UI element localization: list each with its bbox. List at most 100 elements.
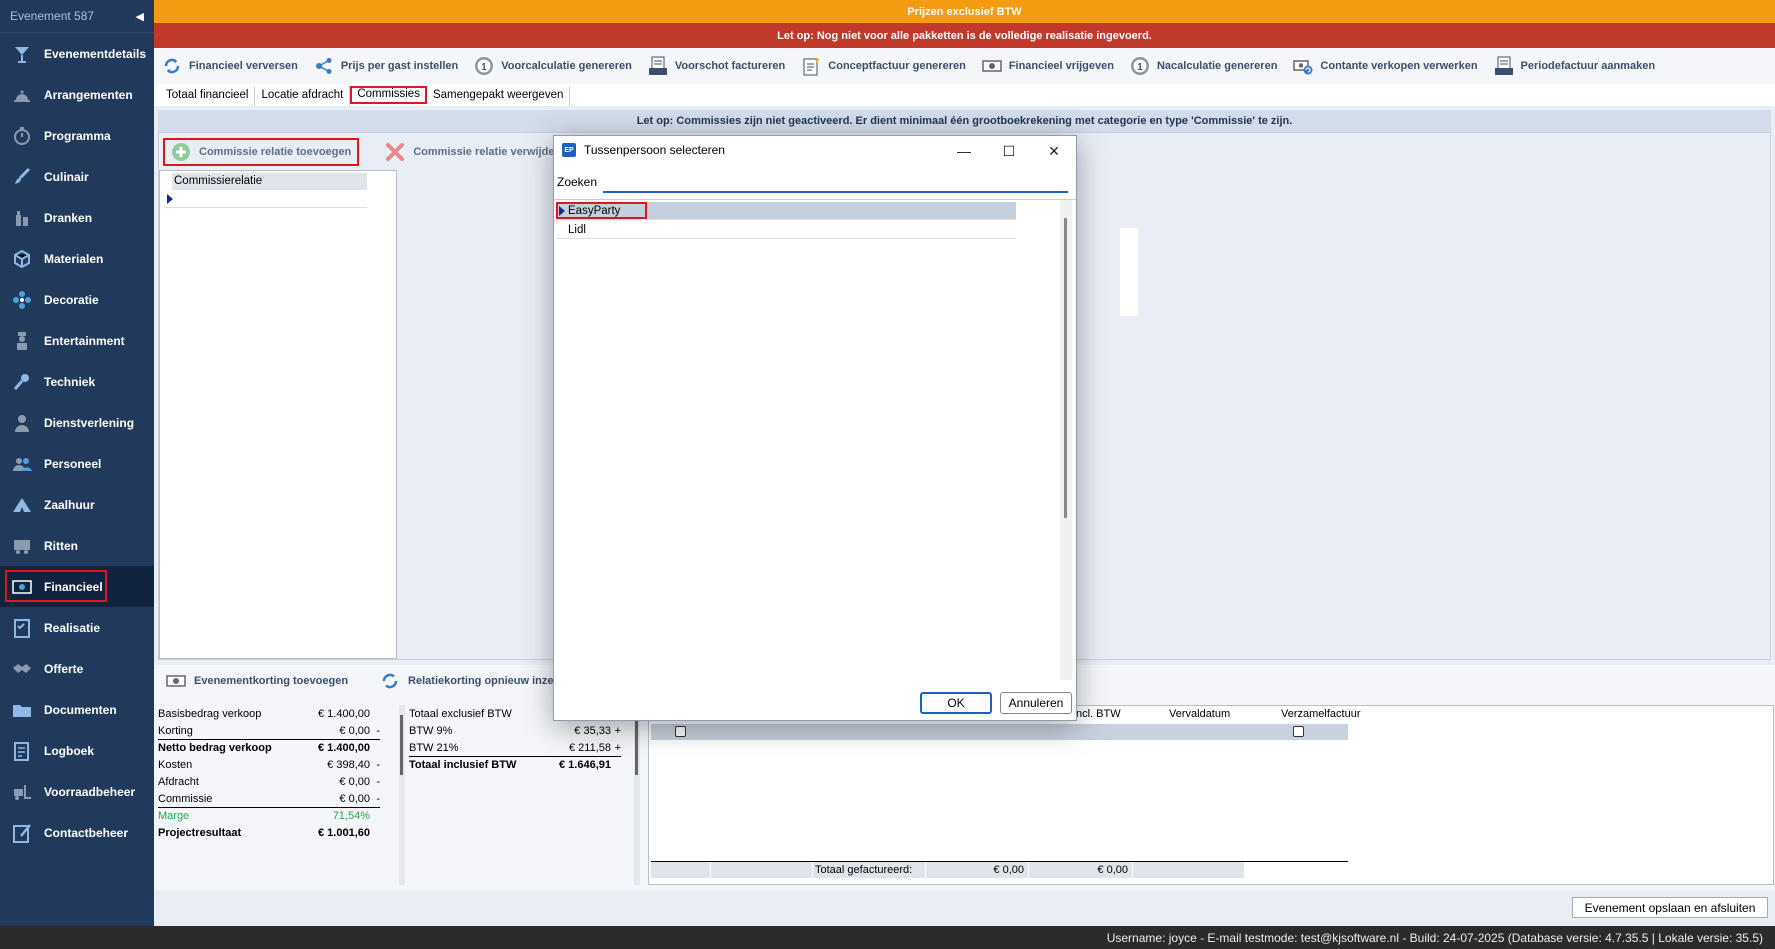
add-event-discount-button[interactable]: Evenementkorting toevoegen [160, 667, 354, 695]
search-input[interactable] [603, 169, 1068, 193]
invoice-grid[interactable]: ncl. BTW Vervaldatum Verzamelfactuur Tot… [648, 705, 1774, 885]
generate-postcalculation-button[interactable]: 1 Nacalculatie genereren [1130, 56, 1277, 76]
collapse-sidebar-icon[interactable]: ◀ [136, 10, 144, 23]
plus-circle-icon [171, 142, 191, 162]
ok-button[interactable]: OK [920, 692, 992, 714]
price-per-guest-button[interactable]: Prijs per gast instellen [314, 56, 458, 76]
list-item[interactable]: Lidl [556, 221, 1016, 239]
selection-highlight [556, 202, 647, 219]
checklist-icon [10, 616, 34, 640]
sidebar-item-label: Realisatie [44, 620, 101, 635]
share-icon [314, 56, 334, 76]
warning-banner: Let op: Nog niet voor alle pakketten is … [154, 23, 1775, 48]
summary-row: BTW 9% € 35,33 + [409, 724, 621, 737]
project-result-row: Projectresultaat € 1.001,60 [158, 826, 370, 839]
intermediary-list[interactable]: EasyParty Lidl [554, 199, 1076, 680]
total-invoiced-label: Totaal gefactureerd: [813, 862, 926, 878]
row-pointer-icon [167, 193, 173, 204]
maximize-icon[interactable]: ☐ [989, 140, 1029, 162]
commission-relation-grid[interactable]: Commissierelatie [159, 170, 397, 659]
due-date-header[interactable]: Vervaldatum [1166, 706, 1278, 724]
logbook-icon [10, 739, 34, 763]
status-bar: Username: joyce - E-mail testmode: test@… [0, 926, 1775, 949]
vat-scrollbar[interactable] [634, 705, 640, 885]
create-period-invoice-button[interactable]: Periodefactuur aanmaken [1494, 56, 1655, 76]
tab-commissies[interactable]: Commissies [350, 86, 427, 104]
financial-tabs: Totaal financieel Locatie afdracht Commi… [154, 84, 1775, 106]
commission-relation-header[interactable]: Commissierelatie [172, 173, 367, 190]
cocktail-icon [10, 42, 34, 66]
table-row[interactable] [164, 190, 367, 208]
sidebar-item-techniek[interactable]: Techniek [0, 361, 154, 402]
tab-samengepakt-weergeven[interactable]: Samengepakt weergeven [427, 86, 571, 106]
cash-icon [982, 56, 1002, 76]
bottles-icon [10, 206, 34, 230]
sidebar-item-ritten[interactable]: Ritten [0, 525, 154, 566]
generate-precalculation-button[interactable]: 1 Voorcalculatie genereren [474, 56, 632, 76]
tab-totaal-financieel[interactable]: Totaal financieel [160, 86, 256, 106]
number-one-icon: 1 [1130, 56, 1150, 76]
sidebar-item-documenten[interactable]: Documenten [0, 689, 154, 730]
sidebar-item-label: Zaalhuur [44, 497, 95, 512]
process-cash-sales-button[interactable]: Contante verkopen verwerken [1293, 56, 1478, 76]
row-checkbox[interactable] [675, 726, 686, 737]
sidebar-item-dienstverlening[interactable]: Dienstverlening [0, 402, 154, 443]
add-commission-relation-label: Commissie relatie toevoegen [199, 146, 352, 158]
dialog-titlebar[interactable]: EP Tussenpersoon selecteren — ☐ ✕ [554, 136, 1076, 164]
sidebar-item-label: Offerte [44, 661, 84, 676]
people-icon [10, 452, 34, 476]
sidebar-item-contactbeheer[interactable]: Contactbeheer [0, 812, 154, 853]
total-invoiced-value: € 0,00 [926, 862, 1029, 878]
sidebar-item-voorraadbeheer[interactable]: Voorraadbeheer [0, 771, 154, 812]
invoice-advance-button[interactable]: Voorschot factureren [648, 56, 785, 76]
cancel-button[interactable]: Annuleren [1000, 692, 1072, 714]
generate-postcalculation-label: Nacalculatie genereren [1156, 60, 1278, 72]
sidebar-item-zaalhuur[interactable]: Zaalhuur [0, 484, 154, 525]
summary-row: Korting € 0,00- [158, 724, 380, 737]
event-title: Evenement 587 [10, 9, 95, 23]
sidebar-item-arrangementen[interactable]: Arrangementen [0, 74, 154, 115]
total-invoiced-incl-value: € 0,00 [1029, 862, 1133, 878]
sidebar-item-entertainment[interactable]: Entertainment [0, 320, 154, 361]
tab-locatie-afdracht[interactable]: Locatie afdracht [255, 86, 351, 106]
waiter-icon [10, 411, 34, 435]
folder-icon [10, 698, 34, 722]
sidebar-item-offerte[interactable]: Offerte [0, 648, 154, 689]
sidebar-item-decoratie[interactable]: Decoratie [0, 279, 154, 320]
minimize-icon[interactable]: — [944, 140, 984, 162]
incl-vat-header[interactable]: ncl. BTW [1073, 706, 1166, 724]
sales-summary: Basisbedrag verkoop € 1.400,00 Korting € 0… [158, 705, 380, 841]
sidebar-item-dranken[interactable]: Dranken [0, 197, 154, 238]
sidebar-item-logboek[interactable]: Logboek [0, 730, 154, 771]
sidebar-item-evenementdetails[interactable]: Evenementdetails [0, 33, 154, 74]
generate-precalculation-label: Voorcalculatie genereren [501, 60, 632, 72]
remove-commission-relation-button[interactable]: Commissie relatie verwijderen [379, 138, 577, 166]
sidebar-item-label: Culinair [44, 169, 89, 184]
sidebar-item-personeel[interactable]: Personeel [0, 443, 154, 484]
sidebar-item-label: Dienstverlening [44, 415, 135, 430]
reapply-relation-discount-button[interactable]: Relatiekorting opnieuw inzetten [374, 667, 580, 695]
add-commission-relation-button[interactable]: Commissie relatie toevoegen [163, 138, 360, 166]
sidebar-item-culinair[interactable]: Culinair [0, 156, 154, 197]
list-scrollbar[interactable] [1060, 200, 1072, 680]
sidebar-item-label: Techniek [44, 374, 96, 389]
close-icon[interactable]: ✕ [1034, 140, 1074, 162]
table-row[interactable] [651, 724, 1348, 740]
release-financial-button[interactable]: Financieel vrijgeven [982, 56, 1114, 76]
sidebar-item-materialen[interactable]: Materialen [0, 238, 154, 279]
reapply-relation-discount-label: Relatiekorting opnieuw inzetten [408, 675, 574, 687]
generate-draft-invoice-button[interactable]: Conceptfactuur genereren [801, 56, 966, 76]
summary-scrollbar[interactable] [399, 705, 405, 885]
sidebar-item-label: Materialen [44, 251, 104, 266]
collective-invoice-checkbox[interactable] [1293, 726, 1304, 737]
sidebar-item-financieel[interactable]: Financieel [0, 566, 154, 607]
refresh-financial-button[interactable]: Financieel verversen [162, 56, 298, 76]
release-financial-label: Financieel vrijgeven [1008, 60, 1114, 72]
collective-invoice-header[interactable]: Verzamelfactuur [1278, 706, 1378, 724]
margin-row: Marge 71,54% [158, 807, 380, 824]
save-and-close-button[interactable]: Evenement opslaan en afsluiten [1572, 897, 1768, 918]
dialog-title: Tussenpersoon selecteren [584, 143, 725, 157]
sidebar-item-label: Arrangementen [44, 87, 133, 102]
sidebar-item-programma[interactable]: Programma [0, 115, 154, 156]
sidebar-item-realisatie[interactable]: Realisatie [0, 607, 154, 648]
